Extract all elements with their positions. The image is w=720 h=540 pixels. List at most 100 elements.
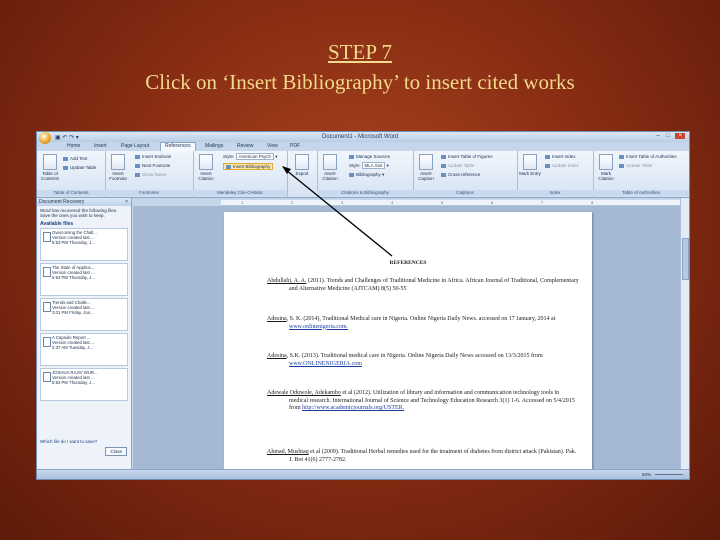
recovered-file[interactable]: The State of Applica... Version created l…	[40, 263, 128, 296]
recovered-file[interactable]: A Capsule Report ... Version created last…	[40, 333, 128, 366]
insert-citation-button[interactable]: Insert Citation	[319, 154, 341, 181]
recovered-file[interactable]: Overcoming the Chall... Version created l…	[40, 228, 128, 261]
maximize-button[interactable]: □	[666, 133, 670, 139]
add-text-icon	[63, 156, 68, 161]
word-window: ▣ ↶ ↷ ▾ Document1 - Microsoft Word – □ ×…	[36, 131, 690, 480]
tab-view[interactable]: View	[267, 143, 278, 149]
recovered-file[interactable]: JOSHUA RAJIV WUR... Version created last …	[40, 368, 128, 401]
citation-icon	[199, 154, 213, 170]
add-text-button[interactable]: Add Text	[63, 156, 87, 161]
pane-close-button[interactable]: Close	[105, 447, 127, 456]
tab-home[interactable]: Home	[67, 143, 80, 149]
document-icon	[43, 372, 51, 382]
insert-index-button[interactable]: Insert Index	[545, 154, 576, 159]
index-icon	[545, 154, 550, 159]
bibliography-button[interactable]: Bibliography ▾	[349, 172, 384, 178]
group-citations-bibliography: Insert Citation Manage Sources Style: ML…	[317, 151, 414, 197]
document-icon	[43, 302, 51, 312]
title-bar: ▣ ↶ ↷ ▾ Document1 - Microsoft Word – □ ×	[37, 132, 689, 144]
endnote-icon	[135, 154, 140, 159]
figures-icon	[441, 154, 446, 159]
bibliography-icon	[226, 164, 231, 169]
quick-access-toolbar[interactable]: ▣ ↶ ↷ ▾	[55, 134, 79, 141]
next-footnote-button[interactable]: Next Footnote	[135, 163, 170, 168]
cross-reference-button[interactable]: Cross-reference	[441, 172, 480, 177]
group-label: Citations & Bibliography	[317, 190, 413, 196]
group-captions: Insert Caption Insert Table of Figures U…	[413, 151, 518, 197]
group-label: Index	[517, 190, 593, 196]
status-bar: 94%	[37, 469, 689, 479]
insert-table-of-authorities-button[interactable]: Insert Table of Authorities	[619, 154, 676, 159]
update-icon	[63, 165, 68, 170]
export-icon	[295, 154, 309, 170]
close-button[interactable]: ×	[675, 133, 685, 139]
cross-reference-icon	[441, 172, 446, 177]
available-files-heading: Available files	[40, 221, 74, 227]
next-icon	[135, 163, 140, 168]
tab-page-layout[interactable]: Page Layout	[121, 143, 149, 149]
tab-mailings[interactable]: Mailings	[205, 143, 223, 149]
mark-citation-button[interactable]: Mark Citation	[595, 154, 617, 181]
document-page[interactable]: REFERENCES Abdullahi, A. A. (2011). Tren…	[224, 212, 592, 470]
notes-icon	[135, 172, 140, 177]
bibliography-icon	[349, 172, 354, 177]
ribbon-tabs: Home Insert Page Layout References Maili…	[37, 142, 689, 151]
tab-insert[interactable]: Insert	[94, 143, 107, 149]
tab-references[interactable]: References	[160, 142, 196, 151]
scroll-thumb[interactable]	[682, 238, 689, 280]
insert-footnote-button[interactable]: Insert Footnote	[107, 154, 129, 181]
zoom-level[interactable]: 94%	[642, 472, 651, 477]
export-button[interactable]: Export	[291, 154, 313, 176]
which-file-help-link[interactable]: Which file do I want to save?	[40, 439, 97, 444]
reference-entry: Ahmad, Mushtaq et al (2009). Traditional…	[267, 449, 577, 463]
group-label: Table of Authorities	[593, 190, 689, 196]
window-title: Document1 - Microsoft Word	[322, 134, 399, 140]
mark-entry-icon	[523, 154, 537, 170]
close-icon[interactable]: ×	[125, 198, 128, 206]
reference-entry: Adesina, S.K. (2013). Traditional medica…	[267, 353, 543, 367]
insert-endnote-button[interactable]: Insert Endnote	[135, 154, 171, 159]
insert-caption-button[interactable]: Insert Caption	[415, 154, 437, 181]
ribbon: Table of Contents Add Text Update Table …	[37, 151, 689, 198]
group-label: Table of Contents	[37, 190, 105, 196]
group-label: Captions	[413, 190, 517, 196]
recovery-message: Word has recovered the following files. …	[40, 208, 118, 218]
insert-bibliography-button[interactable]: Insert Bibliography	[223, 163, 274, 170]
document-icon	[43, 337, 51, 347]
step-title: STEP 7	[328, 40, 392, 64]
group-table-of-authorities: Mark Citation Insert Table of Authoritie…	[593, 151, 689, 197]
group-index: Mark Entry Insert Index Update Index Ind…	[517, 151, 594, 197]
mendeley-style-select[interactable]: Style: American Psych ▾	[223, 153, 278, 160]
step-instruction: Click on ‘Insert Bibliography’ to insert…	[145, 70, 575, 94]
table-of-contents-button[interactable]: Table of Contents	[39, 154, 61, 181]
show-notes-button[interactable]: Show Notes	[135, 172, 166, 177]
tab-review[interactable]: Review	[237, 143, 253, 149]
group-footnotes: Insert Footnote Insert Endnote Next Foot…	[105, 151, 194, 197]
update-icon	[619, 163, 624, 168]
group-label: Mendeley Cite-O-Matic	[193, 190, 287, 196]
mendeley-insert-citation-button[interactable]: Insert Citation	[195, 154, 217, 181]
group-mendeley: Insert Citation Style: American Psych ▾ …	[193, 151, 288, 197]
group-label: Footnotes	[105, 190, 193, 196]
update-index-button[interactable]: Update Index	[545, 163, 579, 168]
insert-table-of-figures-button[interactable]: Insert Table of Figures	[441, 154, 492, 159]
update-icon	[545, 163, 550, 168]
citation-style-select[interactable]: Style: MLA Sixt ▾	[349, 162, 389, 169]
recovered-file[interactable]: Trends and Challe... Version created last…	[40, 298, 128, 331]
manage-sources-button[interactable]: Manage Sources	[349, 154, 390, 159]
tab-pdf[interactable]: PDF	[290, 143, 300, 149]
window-controls: – □ ×	[657, 133, 685, 139]
update-table-button[interactable]: Update Table	[63, 165, 96, 170]
document-area[interactable]: REFERENCES Abdullahi, A. A. (2011). Tren…	[133, 206, 681, 470]
reference-entry: Adesina, S. K. (2014), Traditional Medic…	[267, 316, 556, 330]
captions-update-table-button[interactable]: Update Table	[441, 163, 474, 168]
zoom-slider[interactable]	[655, 474, 683, 475]
reference-entry: Abdullahi, A. A. (2011). Trends and Chal…	[267, 278, 579, 292]
document-icon	[43, 267, 51, 277]
authorities-icon	[619, 154, 624, 159]
authorities-update-table-button[interactable]: Update Table	[619, 163, 652, 168]
vertical-scrollbar[interactable]	[680, 198, 689, 470]
mark-citation-icon	[599, 154, 613, 170]
minimize-button[interactable]: –	[657, 133, 660, 139]
mark-entry-button[interactable]: Mark Entry	[519, 154, 541, 176]
